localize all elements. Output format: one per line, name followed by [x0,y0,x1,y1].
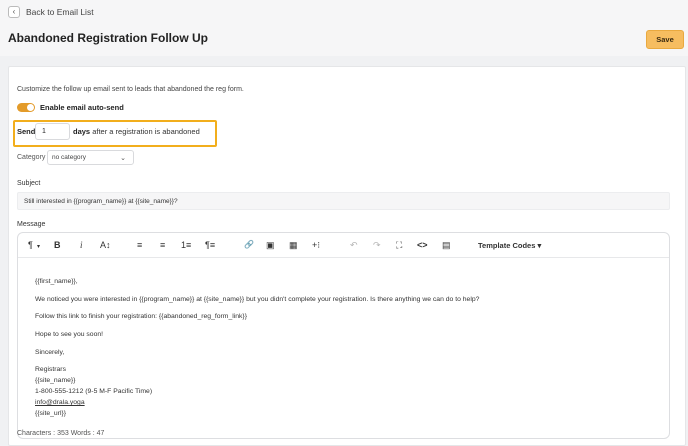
auto-send-row: Enable email auto-send [17,103,124,112]
template-codes-dropdown[interactable]: Template Codes ▾ [478,241,541,250]
font-size-icon[interactable]: A↕ [100,239,111,251]
link-icon[interactable]: 🔗 [244,239,254,251]
bold-icon[interactable]: B [54,239,61,251]
greeting-line: {{first_name}}, [35,278,78,285]
subject-value: Still interested in {{program_name}} at … [24,197,178,205]
message-editor[interactable]: ¶ ▾ B i A↕ ≡ ≡ 1≡ ¶≡ 🔗 ▣ ▦ +⁝ ↶ ↷ ⛶ <> ▤… [17,232,670,439]
message-label: Message [17,221,46,228]
toggle-knob [27,104,34,111]
table-icon[interactable]: ▦ [289,239,298,251]
category-select[interactable]: no category ⌄ [47,150,134,165]
editor-toolbar: ¶ ▾ B i A↕ ≡ ≡ 1≡ ¶≡ 🔗 ▣ ▦ +⁝ ↶ ↷ ⛶ <> ▤… [18,233,669,258]
align-left-icon[interactable]: ≡ [137,239,142,251]
image-icon[interactable]: ▣ [266,239,275,251]
email-link[interactable]: info@drala.yoga [35,399,85,406]
subject-input[interactable]: Still interested in {{program_name}} at … [17,192,670,210]
body-line-1: We noticed you were interested in {{prog… [35,296,480,303]
insert-icon[interactable]: +⁝ [312,239,320,251]
character-word-counter: Characters : 353 Words : 47 [17,430,105,437]
days-unit-label: days [73,127,91,136]
chevron-down-icon: ⌄ [120,155,126,162]
auto-send-toggle[interactable] [17,103,35,112]
body-line-2: Follow this link to finish your registra… [35,313,247,320]
chevron-left-icon: ‹ [8,6,20,18]
body-line-3: Hope to see you soon! [35,331,104,338]
closing-line: Sincerely, [35,349,65,356]
undo-icon[interactable]: ↶ [350,239,358,251]
code-view-icon[interactable]: <> [417,239,428,251]
form-description: Customize the follow up email sent to le… [17,86,244,93]
paragraph-icon[interactable]: ¶ [28,239,33,251]
signature-line-3: 1-800-555-1212 (9-5 M-F Pacific Time) [35,388,153,395]
select-all-icon[interactable]: ▤ [442,239,451,251]
auto-send-label: Enable email auto-send [40,103,124,112]
save-button[interactable]: Save [646,30,684,49]
redo-icon[interactable]: ↷ [373,239,381,251]
subject-label: Subject [17,180,41,187]
ordered-list-icon[interactable]: 1≡ [181,239,191,251]
fullscreen-icon[interactable]: ⛶ [396,239,402,251]
page-title: Abandoned Registration Follow Up [8,31,208,45]
back-to-email-list-button[interactable]: ‹ Back to Email List [8,6,94,18]
italic-icon[interactable]: i [80,239,83,251]
send-label: Send [17,127,36,136]
align-center-icon[interactable]: ≡ [160,239,165,251]
category-label: Category [17,154,46,161]
signature-email-link[interactable]: info@drala.yoga [35,399,85,406]
back-label: Back to Email List [26,7,94,17]
paragraph-dropdown-icon[interactable]: ▾ [37,241,40,253]
top-bar: ‹ Back to Email List Abandoned Registrat… [0,0,688,56]
paragraph-format-icon[interactable]: ¶≡ [205,239,215,251]
days-suffix-label: after a registration is abandoned [92,127,200,136]
category-selected-value: no category [52,154,86,161]
signature-line-1: Registrars [35,366,66,373]
signature-line-2: {{site_name}} [35,377,76,384]
days-after-text: days after a registration is abandoned [73,127,200,136]
days-input[interactable] [35,123,70,140]
signature-line-5: {{site_url}} [35,410,66,417]
